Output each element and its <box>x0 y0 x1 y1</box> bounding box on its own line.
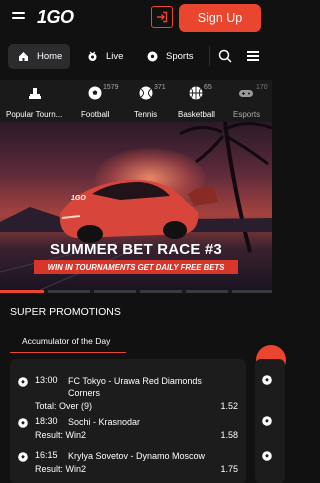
gamepad-icon <box>239 90 253 97</box>
accumulator-card[interactable]: 13:00 FC Tokyo - Urawa Red Diamonds Corn… <box>10 359 246 483</box>
tab-live[interactable]: Live <box>86 44 132 69</box>
sport-count: 65 <box>204 84 212 91</box>
event-odds[interactable]: 1.52 <box>220 401 238 411</box>
soccer-ball-icon <box>262 375 272 385</box>
soccer-ball-icon <box>18 452 28 462</box>
sport-label: Popular Tourn... <box>6 110 63 119</box>
event-time: 13:00 <box>35 375 58 385</box>
event-teams: Sochi - Krasnodar <box>68 417 141 427</box>
nav-divider <box>209 46 210 66</box>
trophy-icon <box>29 88 41 99</box>
tab-underline <box>10 352 126 353</box>
soccer-ball-icon <box>146 51 158 63</box>
logo[interactable]: 1GO <box>37 7 74 28</box>
basketball-icon <box>189 86 203 100</box>
progress-segment <box>0 290 44 293</box>
top-bar: 1GO Sign Up <box>0 0 272 36</box>
progress-segment <box>140 290 182 293</box>
progress-segment <box>48 290 90 293</box>
promotions-title: SUPER PROMOTIONS <box>10 306 121 318</box>
soccer-ball-icon <box>262 451 272 461</box>
banner-subtitle: WIN IN TOURNAMENTS GET DAILY FREE BETS <box>34 260 238 274</box>
tab-accumulator-label: Accumulator of the Day <box>22 336 111 346</box>
home-icon <box>17 51 29 63</box>
progress-segment <box>186 290 228 293</box>
soccer-ball-icon <box>18 418 28 428</box>
sport-count: 170 <box>256 84 268 91</box>
signup-button[interactable]: Sign Up <box>179 4 261 32</box>
sport-label: Football <box>81 110 110 119</box>
sport-label: Esports <box>233 110 261 119</box>
event-odds[interactable]: 1.75 <box>220 464 238 474</box>
banner-progress <box>0 290 272 293</box>
sport-count: 371 <box>154 84 166 91</box>
sport-item-basketball[interactable]: 65 Basketball <box>177 84 221 120</box>
sports-categories: Popular Tourn... 1579 Football 371 Tenni… <box>0 80 272 122</box>
event-time: 16:15 <box>35 450 58 460</box>
progress-segment <box>232 290 272 293</box>
hamburger-menu-icon[interactable] <box>12 12 25 22</box>
banner-title: SUMMER BET RACE #3 <box>50 241 222 258</box>
tab-sports-label: Sports <box>166 51 194 62</box>
tab-accumulator[interactable]: Accumulator of the Day <box>10 330 126 354</box>
tab-home-label: Home <box>37 51 63 62</box>
more-menu-icon[interactable] <box>247 51 259 61</box>
live-icon <box>86 51 98 63</box>
progress-segment <box>94 290 136 293</box>
soccer-ball-icon <box>262 416 272 426</box>
sport-item-football[interactable]: 1579 Football <box>80 84 124 120</box>
login-arrow-icon <box>157 11 168 23</box>
event-time: 18:30 <box>35 416 58 426</box>
logo-one: 1 <box>37 7 47 27</box>
soccer-ball-icon <box>88 86 102 100</box>
event-teams: FC Tokyo - Urawa Red Diamonds Corners <box>68 376 202 398</box>
sport-item-popular[interactable]: Popular Tourn... <box>6 84 70 120</box>
sport-label: Tennis <box>134 110 158 119</box>
tab-sports[interactable]: Sports <box>146 44 202 69</box>
sport-item-tennis[interactable]: 371 Tennis <box>134 84 170 120</box>
login-button[interactable] <box>151 6 173 28</box>
tab-live-label: Live <box>106 51 124 62</box>
sport-item-esports[interactable]: 170 Esports <box>232 84 272 120</box>
sport-count: 1579 <box>103 84 119 91</box>
event-teams: Krylya Sovetov - Dynamo Moscow <box>68 451 206 461</box>
soccer-ball-icon <box>18 377 28 387</box>
sport-label: Basketball <box>178 110 215 119</box>
search-icon[interactable] <box>218 49 232 63</box>
car-logo: 1GO <box>71 195 86 202</box>
event-result: Total: Over (9) <box>35 401 93 411</box>
event-odds[interactable]: 1.58 <box>220 430 238 440</box>
tab-home[interactable]: Home <box>8 44 70 69</box>
tennis-ball-icon <box>139 86 153 100</box>
logo-go: GO <box>46 7 75 27</box>
event-result: Result: Win2 <box>35 464 87 474</box>
event-result: Result: Win2 <box>35 430 87 440</box>
